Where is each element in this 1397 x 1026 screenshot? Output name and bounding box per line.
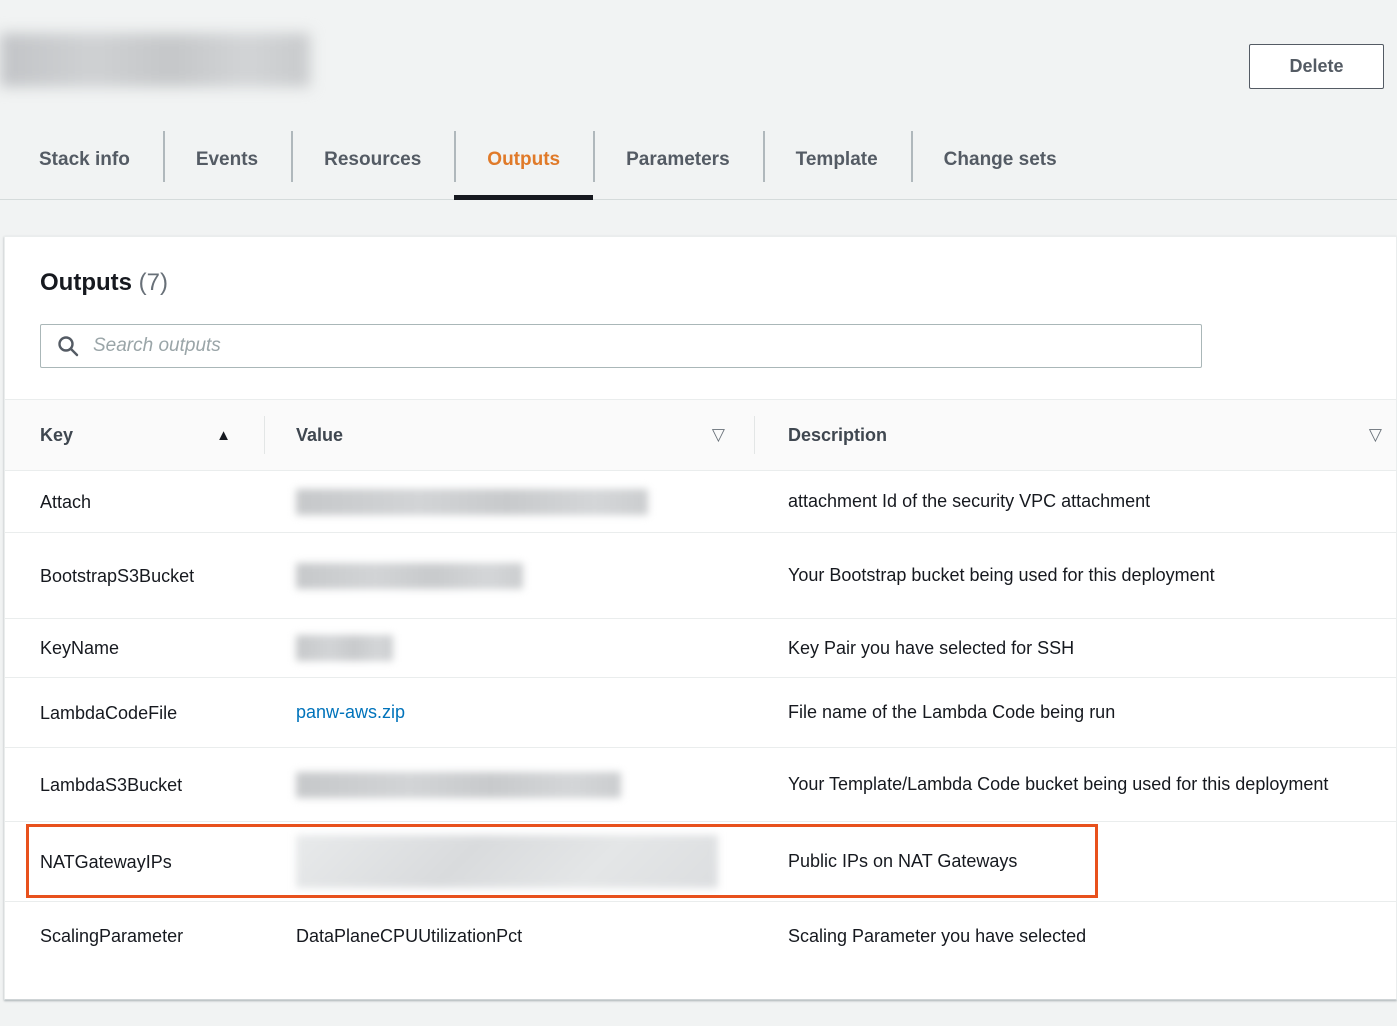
tab-change-sets[interactable]: Change sets — [911, 120, 1090, 199]
table-row-highlighted: NATGatewayIPs Public IPs on NAT Gateways — [5, 822, 1396, 902]
output-description: attachment Id of the security VPC attach… — [755, 486, 1396, 517]
output-value: panw-aws.zip — [265, 702, 755, 723]
output-key: KeyName — [5, 633, 265, 663]
redacted-value-blob — [296, 772, 621, 798]
tab-parameters[interactable]: Parameters — [593, 120, 763, 199]
redacted-value-blob — [296, 835, 718, 888]
sort-ascending-icon[interactable]: ▲ — [216, 427, 231, 444]
filter-icon[interactable]: ▽ — [1369, 425, 1382, 445]
table-row: BootstrapS3Bucket Your Bootstrap bucket … — [5, 533, 1396, 619]
output-description: Public IPs on NAT Gateways — [755, 846, 1396, 877]
tab-resources[interactable]: Resources — [291, 120, 454, 199]
output-description: Your Template/Lambda Code bucket being u… — [755, 769, 1396, 800]
table-row: Attach attachment Id of the security VPC… — [5, 471, 1396, 533]
output-value-redacted — [265, 635, 755, 661]
output-key: ScalingParameter — [5, 921, 265, 951]
column-header-key[interactable]: Key ▲ — [5, 400, 265, 470]
table-row: LambdaS3Bucket Your Template/Lambda Code… — [5, 748, 1396, 822]
outputs-panel: Outputs (7) Key ▲ Value ▽ Descr — [4, 236, 1397, 1000]
redacted-value-blob — [296, 489, 648, 515]
output-key: Attach — [5, 487, 265, 517]
column-header-description[interactable]: Description ▽ — [755, 400, 1396, 470]
output-key: LambdaS3Bucket — [5, 770, 265, 800]
redacted-value-blob — [296, 563, 523, 589]
output-description: Your Bootstrap bucket being used for thi… — [755, 560, 1396, 591]
panel-title-count: (7) — [139, 269, 168, 296]
value-link[interactable]: panw-aws.zip — [296, 702, 405, 722]
column-header-key-label: Key — [40, 425, 73, 446]
outputs-table: Key ▲ Value ▽ Description ▽ Attach attac… — [5, 399, 1396, 970]
output-description: File name of the Lambda Code being run — [755, 697, 1396, 728]
tab-events[interactable]: Events — [163, 120, 291, 199]
redacted-value-blob — [296, 635, 393, 661]
panel-title: Outputs (7) — [40, 269, 1396, 297]
output-value-redacted — [265, 772, 755, 798]
output-description: Scaling Parameter you have selected — [755, 921, 1396, 952]
column-header-value-label: Value — [296, 425, 343, 446]
column-header-description-label: Description — [788, 425, 887, 446]
tab-outputs[interactable]: Outputs — [454, 120, 593, 199]
output-value-redacted — [265, 835, 755, 888]
tab-bar: Stack info Events Resources Outputs Para… — [0, 120, 1397, 200]
delete-button[interactable]: Delete — [1249, 44, 1384, 89]
tab-template[interactable]: Template — [763, 120, 911, 199]
stack-name-redacted — [0, 33, 310, 87]
column-header-value[interactable]: Value ▽ — [265, 400, 755, 470]
output-value-redacted — [265, 489, 755, 515]
output-value: DataPlaneCPUUtilizationPct — [265, 926, 755, 947]
table-row: KeyName Key Pair you have selected for S… — [5, 619, 1396, 678]
panel-title-text: Outputs — [40, 269, 132, 296]
output-key: BootstrapS3Bucket — [5, 561, 265, 591]
table-header-row: Key ▲ Value ▽ Description ▽ — [5, 399, 1396, 471]
output-key: LambdaCodeFile — [5, 698, 265, 728]
search-input[interactable] — [40, 324, 1202, 368]
filter-icon[interactable]: ▽ — [712, 425, 725, 445]
output-key: NATGatewayIPs — [5, 847, 265, 877]
output-value-redacted — [265, 563, 755, 589]
output-description: Key Pair you have selected for SSH — [755, 633, 1396, 664]
tab-stack-info[interactable]: Stack info — [0, 120, 163, 199]
table-row: ScalingParameter DataPlaneCPUUtilization… — [5, 902, 1396, 970]
table-row: LambdaCodeFile panw-aws.zip File name of… — [5, 678, 1396, 748]
